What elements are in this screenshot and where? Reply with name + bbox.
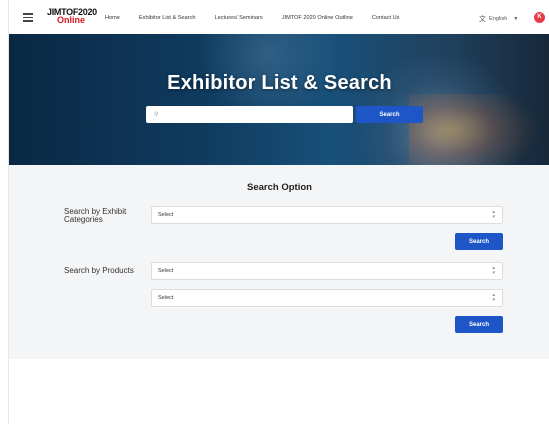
categories-select-value: Select xyxy=(158,212,174,218)
hero-search-box[interactable]: ⚲ xyxy=(146,106,353,123)
translate-icon: 文 xyxy=(479,16,486,23)
products-select-2-value: Select xyxy=(158,295,174,301)
logo-line2: Online xyxy=(56,15,85,25)
main-nav: Home Exhibitor List & Search Lectures/ S… xyxy=(105,15,418,21)
select-arrows-icon: ▴ ▾ xyxy=(492,265,495,276)
products-label: Search by Products xyxy=(64,266,134,275)
chevron-down-icon: ▼ xyxy=(513,16,519,22)
select-arrows-icon: ▴ ▾ xyxy=(492,209,495,220)
nav-home[interactable]: Home xyxy=(105,15,120,21)
site-logo[interactable]: JIMTOF2020 Online xyxy=(47,8,97,25)
page-title: Exhibitor List & Search xyxy=(167,72,392,94)
nav-exhibitor-list[interactable]: Exhibitor List & Search xyxy=(139,15,196,21)
top-header: JIMTOF2020 Online Home Exhibitor List & … xyxy=(9,0,549,34)
select-arrows-icon: ▴ ▾ xyxy=(492,292,495,303)
hero-search-button[interactable]: Search xyxy=(356,106,423,123)
search-option-title: Search Option xyxy=(247,182,312,193)
categories-search-button[interactable]: Search xyxy=(455,233,503,250)
menu-icon[interactable] xyxy=(23,13,33,22)
page: JIMTOF2020 Online Home Exhibitor List & … xyxy=(8,0,549,424)
language-selector[interactable]: 文 English ▼ xyxy=(479,14,518,24)
products-select-1-value: Select xyxy=(158,268,174,274)
nav-contact-us[interactable]: Contact Us xyxy=(372,15,400,21)
search-option-panel: Search Option Search by Exhibit Categori… xyxy=(9,165,549,359)
categories-label: Search by Exhibit Categories xyxy=(64,207,127,224)
search-icon: ⚲ xyxy=(154,112,159,118)
categories-select[interactable]: Select ▴ ▾ xyxy=(151,206,503,224)
products-search-button[interactable]: Search xyxy=(455,316,503,333)
hero-banner: Exhibitor List & Search ⚲ Search xyxy=(9,34,549,165)
nav-lectures-seminars[interactable]: Lectures/ Seminars xyxy=(215,15,263,21)
nav-outline[interactable]: JIMTOF 2020 Online Outline xyxy=(282,15,353,21)
language-label: English xyxy=(489,16,508,22)
products-select-1[interactable]: Select ▴ ▾ xyxy=(151,262,503,280)
user-avatar[interactable]: K xyxy=(534,12,545,23)
hero-search-input[interactable] xyxy=(162,111,343,118)
products-select-2[interactable]: Select ▴ ▾ xyxy=(151,289,503,307)
